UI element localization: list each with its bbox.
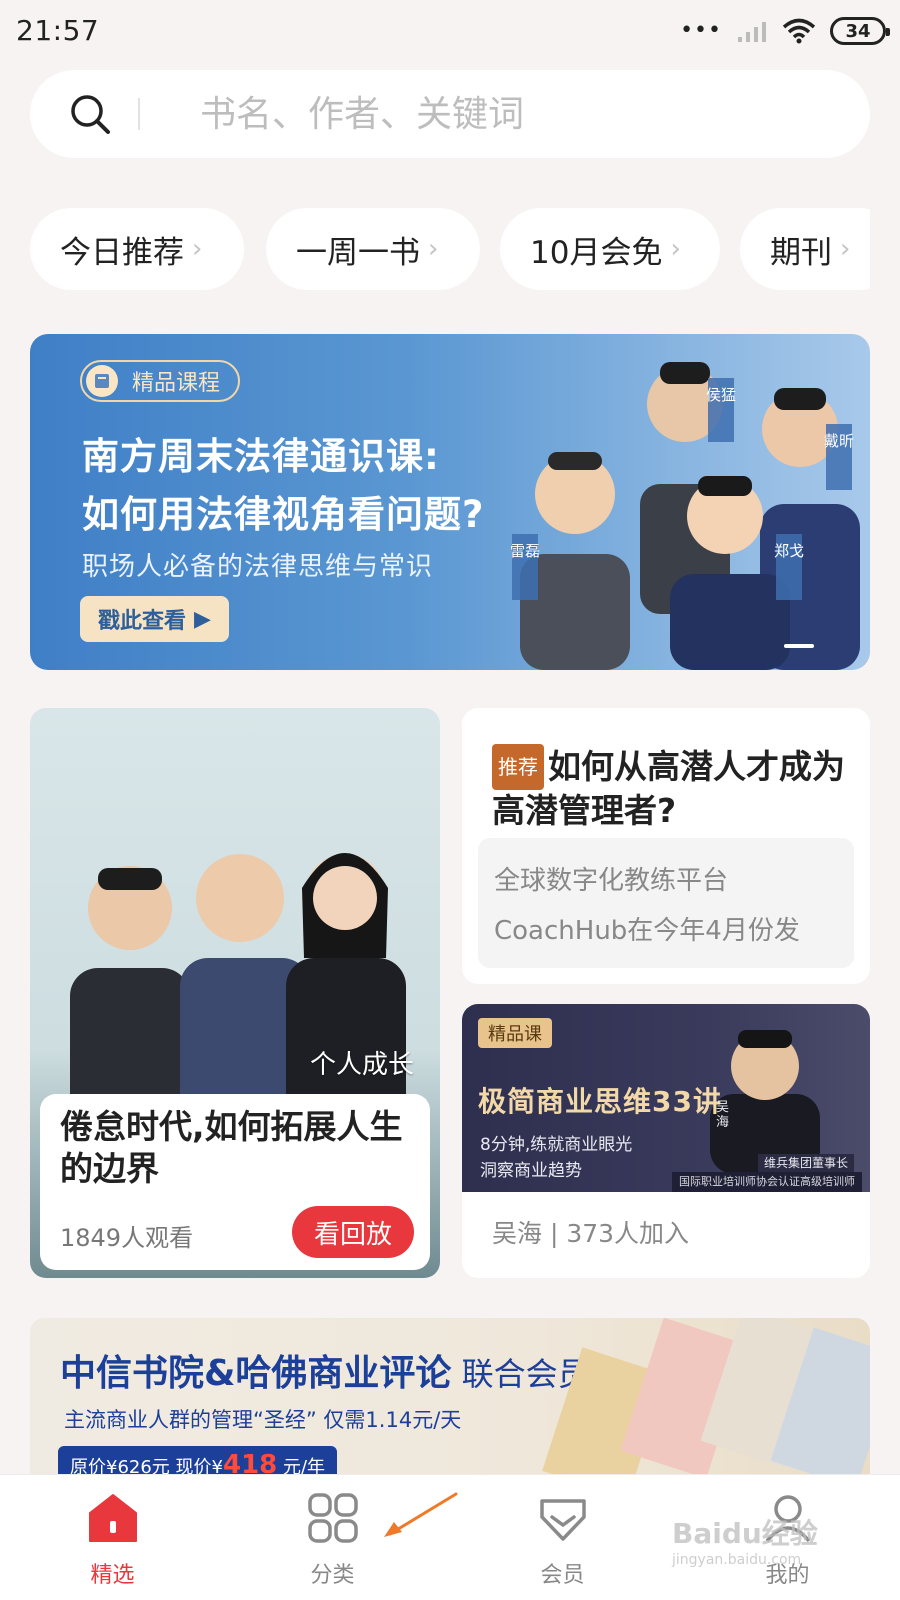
chevron-right-icon: › <box>192 234 203 264</box>
category-label: 个人成长 <box>309 1050 414 1080</box>
excerpt-line: CoachHub在今年4月份发 <box>494 916 800 946</box>
more-dots-icon: ••• <box>680 18 722 43</box>
banner-view-button[interactable]: 戳此查看 ▶ <box>80 596 229 642</box>
banner-speakers-image: 侯猛 戴昕 雷磊 郑戈 <box>510 362 860 670</box>
tab-membership[interactable]: 会员 <box>450 1475 675 1600</box>
course-subtitle-2: 洞察商业趋势 <box>480 1161 582 1181</box>
search-icon[interactable] <box>68 92 112 136</box>
banner-title: 南方周末法律通识课: <box>82 435 440 478</box>
pill-periodicals[interactable]: 期刊 › <box>740 208 870 290</box>
excerpt-line: 全球数字化教练平台 <box>494 866 729 896</box>
banner-name: 戴昕 <box>824 432 854 450</box>
diamond-icon <box>540 1499 586 1541</box>
live-info-panel: 倦怠时代,如何拓展人生的边界 1849人观看 看回放 <box>40 1094 430 1270</box>
status-time: 21:57 <box>16 14 100 47</box>
course-speaker-name: 吴海 <box>716 1100 730 1130</box>
quick-filter-pills: 今日推荐 › 一周一书 › 10月会免 › 期刊 › <box>30 208 870 290</box>
signal-icon <box>738 22 766 42</box>
book-icon <box>86 365 118 397</box>
pill-october-free[interactable]: 10月会免 › <box>500 208 720 290</box>
course-card[interactable]: 精品课 极简商业思维33讲 8分钟,练就商业眼光 洞察商业趋势 吴海 维兵集团董… <box>462 1004 870 1278</box>
course-meta: 吴海 | 373人加入 <box>492 1219 690 1248</box>
annotation-arrow-icon <box>384 1492 458 1537</box>
magazine-covers-image <box>542 1318 870 1478</box>
watch-replay-button[interactable]: 看回放 <box>292 1206 414 1258</box>
recommend-title-block: 推荐 如何从高潜人才成为高潜管理者? <box>492 744 852 832</box>
search-input[interactable] <box>200 93 760 135</box>
tab-label: 分类 <box>310 1563 355 1588</box>
grid-icon <box>308 1493 358 1543</box>
carousel-indicator <box>784 644 814 648</box>
tab-label: 精选 <box>90 1563 135 1588</box>
course-footer-note: 国际职业培训师协会认证高级培训师 <box>672 1172 862 1192</box>
course-badge: 精品课 <box>478 1018 552 1048</box>
tab-label: 会员 <box>540 1563 585 1588</box>
home-icon <box>89 1494 137 1542</box>
watermark-url: jingyan.baidu.com <box>672 1552 802 1568</box>
play-triangle-icon: ▶ <box>194 606 211 632</box>
banner-name: 郑戈 <box>774 542 804 560</box>
course-speaker-role: 维兵集团董事长 <box>758 1154 855 1172</box>
status-bar: 21:57 ••• 34 <box>0 0 900 62</box>
chevron-right-icon: › <box>670 234 681 264</box>
hero-banner[interactable]: 精品课程 南方周末法律通识课: 如何用法律视角看问题? 职场人必备的法律思维与常… <box>30 334 870 670</box>
live-view-count: 1849人观看 <box>60 1224 194 1252</box>
search-divider <box>138 98 140 130</box>
promo-title-main: 中信书院&哈佛商业评论 <box>60 1353 452 1394</box>
pill-label: 一周一书 <box>296 234 420 271</box>
pill-label: 今日推荐 <box>60 234 184 271</box>
live-title: 倦怠时代,如何拓展人生的边界 <box>60 1107 403 1188</box>
membership-promo-banner[interactable]: 中信书院&哈佛商业评论 联合会员 主流商业人群的管理“圣经” 仅需1.14元/天… <box>30 1318 870 1478</box>
chevron-right-icon: › <box>840 234 851 264</box>
recommend-article-card[interactable]: 推荐 如何从高潜人才成为高潜管理者? 全球数字化教练平台 CoachHub在今年4… <box>462 708 870 984</box>
banner-subtitle: 职场人必备的法律思维与常识 <box>82 552 434 582</box>
banner-title-line2: 如何用法律视角看问题? <box>82 493 485 536</box>
watermark: Baidu经验 jingyan.baidu.com <box>672 1512 818 1568</box>
course-cover-image: 精品课 极简商业思维33讲 8分钟,练就商业眼光 洞察商业趋势 吴海 维兵集团董… <box>462 1004 870 1192</box>
recommend-title: 如何从高潜人才成为高潜管理者? <box>492 747 845 830</box>
wifi-icon <box>782 18 816 44</box>
promo-title: 中信书院&哈佛商业评论 联合会员 <box>60 1344 590 1396</box>
banner-tag: 精品课程 <box>80 360 241 402</box>
banner-name: 侯猛 <box>706 386 736 404</box>
banner-tag-label: 精品课程 <box>132 371 221 396</box>
tab-featured[interactable]: 精选 <box>0 1475 225 1600</box>
status-icons: ••• 34 <box>680 14 890 48</box>
course-title: 极简商业思维33讲 <box>478 1085 722 1118</box>
search-bar[interactable] <box>30 70 870 158</box>
pill-label: 期刊 <box>770 234 832 271</box>
watermark-text: Baidu经验 <box>672 1517 818 1550</box>
chevron-right-icon: › <box>428 234 439 264</box>
promo-subtitle: 主流商业人群的管理“圣经” 仅需1.14元/天 <box>64 1408 462 1432</box>
pill-label: 10月会免 <box>530 234 663 271</box>
battery-indicator: 34 <box>830 17 890 45</box>
pill-today-recommend[interactable]: 今日推荐 › <box>30 208 244 290</box>
banner-name: 雷磊 <box>510 542 540 560</box>
recommend-excerpt: 全球数字化教练平台 CoachHub在今年4月份发 <box>478 838 854 968</box>
pill-weekly-book[interactable]: 一周一书 › <box>266 208 480 290</box>
course-subtitle: 8分钟,练就商业眼光 <box>480 1135 633 1155</box>
live-replay-card[interactable]: 个人成长 倦怠时代,如何拓展人生的边界 1849人观看 看回放 <box>30 708 440 1278</box>
recommend-badge: 推荐 <box>492 744 544 790</box>
banner-button-label: 戳此查看 <box>98 609 187 634</box>
